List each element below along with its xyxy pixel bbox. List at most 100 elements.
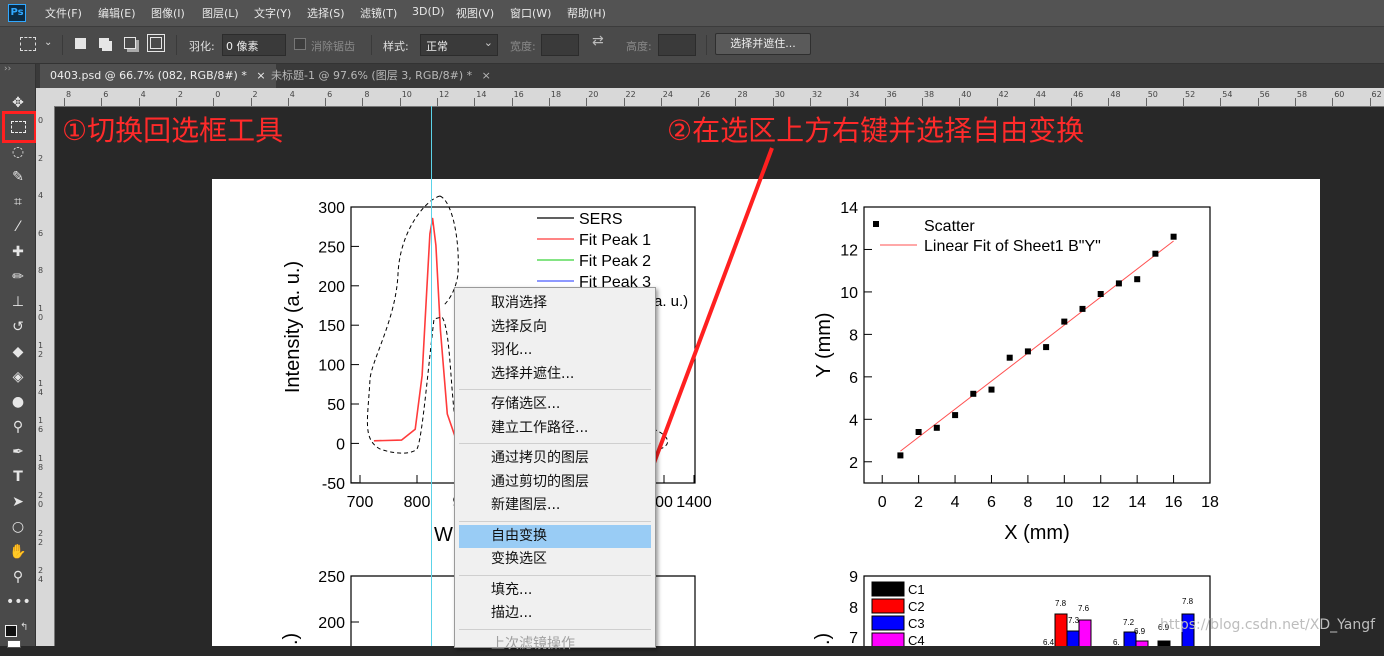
menu-help[interactable]: 帮助(H) xyxy=(567,5,606,21)
ellipse-tool-icon[interactable]: ○ xyxy=(6,516,30,538)
lasso-tool-icon[interactable]: ◌ xyxy=(6,141,30,163)
context-menu-item[interactable]: 自由变换 xyxy=(459,524,651,548)
scatter-point xyxy=(1006,354,1013,361)
feather-input[interactable]: 0 像素 xyxy=(222,34,286,56)
antialias-checkbox[interactable] xyxy=(294,38,306,50)
menu-layer[interactable]: 图层(L) xyxy=(202,5,239,21)
ruler-tick xyxy=(474,98,476,106)
ruler-label: 1 8 xyxy=(38,453,44,472)
menu-image[interactable]: 图像(I) xyxy=(151,5,185,21)
menu-separator xyxy=(459,443,651,444)
height-input[interactable] xyxy=(658,34,696,56)
ruler-label: 42 xyxy=(998,90,1009,99)
scatter-point xyxy=(1115,280,1122,287)
ruler-label: 0 xyxy=(38,116,44,125)
plot1-ytick: 100 xyxy=(318,358,345,375)
ruler-label: 38 xyxy=(923,90,935,99)
brush-tool-icon[interactable]: ✏ xyxy=(6,266,30,288)
paint-bucket-tool-icon[interactable]: ◈ xyxy=(6,366,30,388)
history-brush-tool-icon[interactable]: ↺ xyxy=(6,316,30,338)
plot1-xlabel: W xyxy=(434,524,453,546)
menu-separator xyxy=(459,628,651,630)
context-menu-item[interactable]: 填充... xyxy=(459,579,651,602)
ruler-tick xyxy=(1033,98,1035,106)
scatter-point xyxy=(1170,233,1177,240)
context-menu-item[interactable]: 描边... xyxy=(459,602,651,625)
chevron-down-icon[interactable]: ⌄ xyxy=(44,37,52,48)
menu-select[interactable]: 选择(S) xyxy=(307,5,345,21)
intersect-selection-icon[interactable] xyxy=(147,34,165,52)
crop-tool-icon[interactable]: ⌗ xyxy=(6,191,30,213)
marquee-preset-icon[interactable] xyxy=(20,37,36,51)
menu-view[interactable]: 视图(V) xyxy=(456,5,494,21)
menu-edit[interactable]: 编辑(E) xyxy=(98,5,136,21)
context-menu-item[interactable]: 羽化... xyxy=(459,339,651,362)
context-menu-item[interactable]: 取消选择 xyxy=(459,292,651,315)
ruler-tick xyxy=(735,98,737,106)
ruler-tick xyxy=(1257,98,1259,106)
legend-swatch-c4 xyxy=(871,632,905,646)
zoom-tool-icon[interactable]: ⚲ xyxy=(6,566,30,588)
dodge-tool-icon[interactable]: ⚲ xyxy=(6,416,30,438)
select-and-mask-button[interactable]: 选择并遮住... xyxy=(715,33,811,55)
ruler-label: 14 xyxy=(476,90,487,99)
add-selection-icon[interactable] xyxy=(99,38,109,48)
swap-colors-icon[interactable]: ↰ xyxy=(20,622,28,633)
width-input[interactable] xyxy=(541,34,579,56)
ruler-label: 58 xyxy=(1296,90,1308,99)
ruler-label: 2 xyxy=(177,90,183,99)
tools-panel: ›› ✥ ◌ ✎ ⌗ ⁄ ✚ ✏ ⊥ ↺ ◆ ◈ ● ⚲ ✒ T ➤ ○ ✋ ⚲… xyxy=(0,64,36,648)
ruler-tick xyxy=(996,98,998,106)
context-menu-item[interactable]: 选择并遮住... xyxy=(459,363,651,386)
eyedropper-tool-icon[interactable]: ⁄ xyxy=(6,216,30,238)
blur-tool-icon[interactable]: ● xyxy=(6,391,30,413)
path-selection-tool-icon[interactable]: ➤ xyxy=(6,491,30,513)
healing-brush-tool-icon[interactable]: ✚ xyxy=(6,241,30,263)
legend-label-c1: C1 xyxy=(908,582,925,597)
scatter-point xyxy=(1134,276,1141,283)
legend-label-scatter: Scatter xyxy=(924,218,975,235)
ruler-tick xyxy=(213,98,215,106)
menu-file[interactable]: 文件(F) xyxy=(45,5,82,21)
quick-selection-tool-icon[interactable]: ✎ xyxy=(6,166,30,188)
more-tools-icon[interactable]: ••• xyxy=(6,591,31,613)
swap-icon[interactable]: ⇄ xyxy=(592,33,604,49)
close-icon[interactable]: × xyxy=(482,69,491,82)
marquee-tool-highlight xyxy=(2,111,37,143)
plot2-ytick: 6 xyxy=(849,370,858,387)
guide-line[interactable] xyxy=(431,106,432,646)
context-menu-item[interactable]: 通过拷贝的图层 xyxy=(459,447,651,470)
tab-0403-psd[interactable]: 0403.psd @ 66.7% (082, RGB/8#) * × xyxy=(40,64,276,88)
subtract-selection-icon[interactable] xyxy=(124,37,136,49)
hand-tool-icon[interactable]: ✋ xyxy=(6,541,30,563)
stamp-tool-icon[interactable]: ⊥ xyxy=(6,291,30,313)
ruler-tick xyxy=(623,98,625,106)
menu-3d[interactable]: 3D(D) xyxy=(412,5,445,18)
background-color-swatch[interactable] xyxy=(7,640,21,648)
style-select[interactable]: 正常 ⌄ xyxy=(420,34,498,56)
ruler-label: 8 xyxy=(364,90,370,99)
pen-tool-icon[interactable]: ✒ xyxy=(6,441,30,463)
context-menu-item[interactable]: 通过剪切的图层 xyxy=(459,471,651,494)
context-menu-item[interactable]: 新建图层... xyxy=(459,494,651,517)
context-menu-item[interactable]: 建立工作路径... xyxy=(459,417,651,440)
new-selection-icon[interactable] xyxy=(75,38,86,49)
menu-window[interactable]: 窗口(W) xyxy=(510,5,551,21)
ruler-label: 4 xyxy=(140,90,146,99)
foreground-color-swatch[interactable] xyxy=(5,625,17,637)
ruler-tick xyxy=(399,98,401,106)
plot4-bar xyxy=(1157,640,1171,646)
eraser-tool-icon[interactable]: ◆ xyxy=(6,341,30,363)
ruler-tick xyxy=(1108,98,1110,106)
type-tool-icon[interactable]: T xyxy=(6,466,30,488)
ruler-label: 24 xyxy=(662,90,673,99)
context-menu-item[interactable]: 变换选区 xyxy=(459,548,651,571)
context-menu-item[interactable]: 存储选区... xyxy=(459,393,651,416)
ruler-tick xyxy=(175,98,177,106)
menu-type[interactable]: 文字(Y) xyxy=(254,5,291,21)
photoshop-logo[interactable]: Ps xyxy=(8,4,26,22)
menu-filter[interactable]: 滤镜(T) xyxy=(360,5,397,21)
panel-collapse-icon[interactable]: ›› xyxy=(4,64,11,74)
context-menu-item[interactable]: 选择反向 xyxy=(459,316,651,339)
tab-untitled-1[interactable]: 未标题-1 @ 97.6% (图层 3, RGB/8#) * × xyxy=(261,64,501,88)
